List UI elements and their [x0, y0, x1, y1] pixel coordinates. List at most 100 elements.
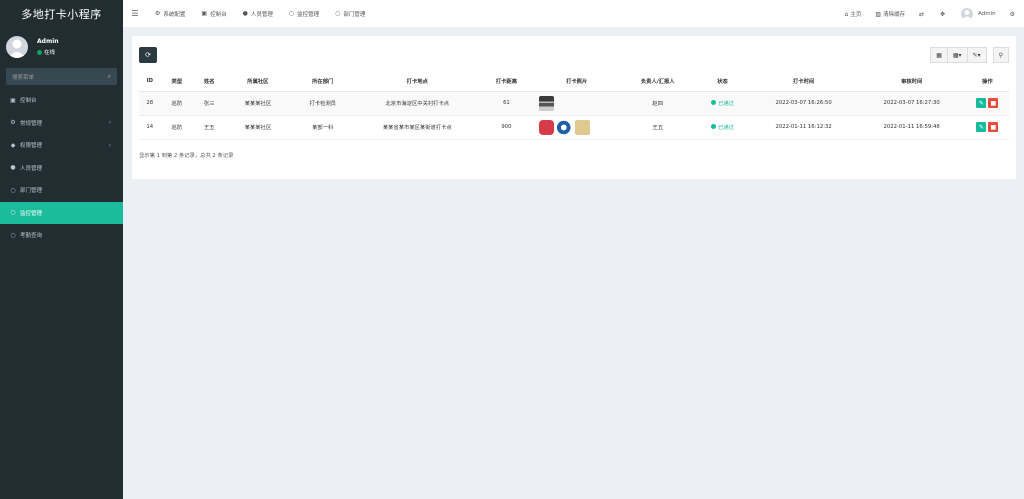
language-button[interactable]: ⇄ [912, 0, 933, 28]
app-title: 多地打卡小程序 [21, 8, 102, 21]
photo-blue-icon[interactable] [557, 119, 573, 135]
chevron-left-icon: ‹ [108, 119, 111, 127]
cell-audit-time: 2022-01-11 16:59:48 [857, 115, 966, 140]
tab-department[interactable]: ○ 部门管理 [327, 0, 373, 28]
tab-label: 部门管理 [343, 11, 366, 18]
edit-button[interactable]: ✎ [976, 98, 987, 108]
cell-location: 北京市海淀区中关村打卡点 [355, 91, 480, 116]
column-header[interactable]: 打卡地点 [355, 71, 480, 92]
sidebar-item-permission[interactable]: ◆ 权限管理 ‹ [0, 134, 123, 157]
fullscreen-button[interactable]: ✥ [933, 0, 954, 28]
admin-label: Admin [978, 11, 996, 17]
circle-icon: ○ [10, 186, 16, 194]
cell-status: 已通过 [695, 91, 750, 116]
sidebar-item-general[interactable]: ⚙ 常规管理 ‹ [0, 112, 123, 135]
avatar[interactable] [6, 36, 28, 58]
export-button[interactable]: ✎▾ [967, 47, 987, 63]
clear-cache-button[interactable]: ▧ 清除缓存 [868, 0, 912, 28]
delete-button[interactable]: ■ [988, 98, 999, 108]
status-label: 已通过 [718, 100, 735, 107]
circle-icon: ○ [10, 231, 16, 239]
user-status: 在线 [37, 48, 59, 56]
search-icon: ⌕ [107, 72, 111, 80]
photo-beige-icon[interactable] [575, 119, 591, 135]
sidebar-item-personnel[interactable]: ● 人员管理 [0, 157, 123, 180]
home-label: 主页 [850, 12, 862, 18]
columns-button[interactable]: ▦▾ [947, 47, 968, 63]
column-header[interactable]: 打卡照片 [533, 71, 620, 92]
status-dot-icon [711, 124, 717, 130]
table-row[interactable]: 28 巡防 张三 某某某社区 打卡检测员 北京市海淀区中关村打卡点 61 赵四 … [139, 91, 1009, 116]
sidebar-item-dashboard[interactable]: ▣ 控制台 [0, 89, 123, 112]
home-link[interactable]: ⌂ 主页 [838, 0, 869, 28]
menu-toggle-icon[interactable]: ☰ [123, 9, 147, 18]
pencil-icon: ✎ [978, 123, 984, 131]
cell-actions: ✎ ■ [965, 91, 1009, 116]
topbar-right: ⌂ 主页 ▧ 清除缓存 ⇄ ✥ Admin ⚙ [838, 0, 1024, 28]
trash-icon: ■ [990, 123, 997, 131]
clear-cache-label: 清除缓存 [883, 12, 906, 18]
tab-monitor[interactable]: ○ 监控管理 [281, 0, 327, 28]
cell-distance: 61 [479, 91, 534, 116]
cell-manager: 王五 [619, 115, 696, 140]
chevron-left-icon: ‹ [108, 141, 111, 149]
cell-department: 打卡检测员 [290, 91, 356, 116]
column-header[interactable]: ID [139, 71, 161, 92]
admin-avatar [961, 8, 974, 20]
column-header[interactable]: 状态 [695, 71, 750, 92]
cell-actions: ✎ ■ [965, 115, 1009, 140]
cell-photos [533, 115, 620, 140]
tab-system-config[interactable]: ⚙ 系统配置 [147, 0, 193, 28]
circle-icon: ○ [10, 209, 16, 217]
cell-type: 巡防 [160, 91, 194, 116]
settings-button[interactable]: ⚙ [1003, 0, 1024, 28]
column-header[interactable]: 类型 [160, 71, 194, 92]
sidebar-item-department[interactable]: ○ 部门管理 [0, 179, 123, 202]
tab-personnel[interactable]: ● 人员管理 [235, 0, 281, 28]
column-header[interactable]: 负责人/汇报人 [619, 71, 696, 92]
photo-red-icon[interactable] [539, 119, 555, 135]
gear-icon: ⚙ [155, 10, 161, 17]
cell-distance: 900 [479, 115, 534, 140]
photo-road-icon[interactable] [539, 95, 555, 111]
column-header[interactable]: 审核时间 [857, 71, 966, 92]
cell-photos [533, 91, 620, 116]
user-status-label: 在线 [44, 50, 56, 56]
table-row[interactable]: 14 巡防 王五 某某某社区 某部一科 某某省某市某区某街道打卡点 900 王五… [139, 115, 1009, 140]
circle-icon: ○ [288, 10, 295, 17]
cell-audit-time: 2022-03-07 16:27:30 [857, 91, 966, 116]
sidebar-item-label: 控制台 [20, 98, 37, 105]
tab-dashboard[interactable]: ▣ 控制台 [193, 0, 234, 28]
tab-label: 人员管理 [250, 11, 273, 18]
sidebar-item-monitor[interactable]: ○ 监控管理 [0, 201, 123, 224]
cell-department: 某部一科 [290, 115, 356, 140]
column-header[interactable]: 所在部门 [290, 71, 356, 92]
delete-button[interactable]: ■ [988, 122, 999, 132]
export-icon: ✎▾ [972, 51, 981, 59]
tab-label: 系统配置 [163, 11, 186, 18]
dashboard-icon: ▣ [10, 96, 16, 104]
column-header[interactable]: 姓名 [193, 71, 226, 92]
search-button[interactable]: ⚲ [992, 47, 1009, 63]
search-icon: ⚲ [998, 51, 1003, 59]
pagination-info: 显示第 1 到第 2 条记录，总共 2 条记录 [139, 153, 234, 159]
column-header[interactable]: 所属社区 [225, 71, 291, 92]
circle-icon: ○ [335, 10, 341, 17]
toggle-view-button[interactable]: ▦ [930, 47, 948, 63]
column-header[interactable]: 打卡时间 [749, 71, 858, 92]
sidebar-item-attendance[interactable]: ○ 考勤查询 [0, 224, 123, 247]
tab-label: 监控管理 [297, 11, 320, 18]
admin-menu[interactable]: Admin [954, 0, 1003, 28]
sidebar-search-input[interactable]: 搜索菜单 ⌕ [6, 68, 117, 85]
refresh-button[interactable]: ⟳ [139, 47, 157, 63]
table-icon: ▦ [936, 51, 942, 59]
edit-button[interactable]: ✎ [976, 122, 987, 132]
user-panel: Admin 在线 [0, 30, 123, 64]
refresh-icon: ⟳ [145, 51, 151, 59]
language-icon: ⇄ [919, 10, 925, 18]
pencil-icon: ✎ [978, 99, 984, 107]
group-icon: ◆ [10, 141, 16, 149]
sidebar-item-label: 考勤查询 [20, 233, 43, 240]
column-header[interactable]: 打卡距离 [479, 71, 534, 92]
sidebar-menu: ▣ 控制台 ⚙ 常规管理 ‹ ◆ 权限管理 ‹ ● 人员管理 ○ 部门管理 ○ … [0, 89, 123, 247]
